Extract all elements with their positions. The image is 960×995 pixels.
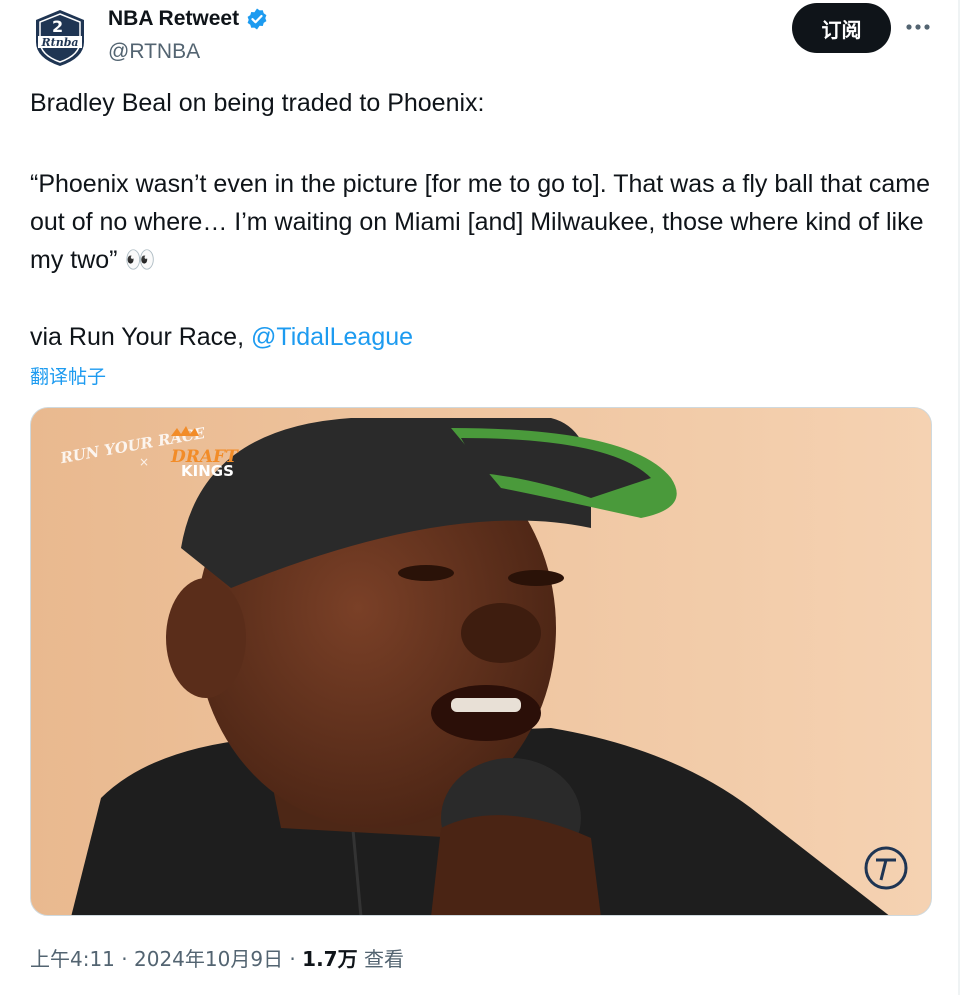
tweet-via-line: via Run Your Race, @TidalLeague	[30, 318, 413, 356]
tweet-date[interactable]: 2024年10月9日	[134, 947, 283, 971]
rtnba-logo-icon: 2 Rtnba	[36, 10, 84, 66]
more-options-button[interactable]	[900, 12, 936, 42]
views-label: 查看	[357, 947, 404, 971]
svg-text:×: ×	[139, 455, 149, 469]
svg-text:2: 2	[52, 17, 63, 36]
author-display-name[interactable]: NBA Retweet	[108, 6, 269, 32]
author-handle[interactable]: @RTNBA	[108, 40, 200, 64]
video-frame-image: RUN YOUR RACE × DRAFT KINGS	[31, 408, 931, 915]
svg-text:KINGS: KINGS	[181, 462, 234, 480]
views-count: 1.7万	[302, 947, 358, 971]
meta-separator: ·	[283, 947, 303, 971]
verified-badge-icon	[247, 8, 267, 30]
subscribe-button[interactable]: 订阅	[792, 3, 891, 53]
author-avatar[interactable]: 2 Rtnba	[28, 6, 92, 70]
tweet-text-line1: Bradley Beal on being traded to Phoenix:	[30, 89, 485, 117]
tweet-quote: “Phoenix wasn’t even in the picture [for…	[30, 170, 930, 274]
translate-post-link[interactable]: 翻译帖子	[30, 362, 106, 389]
display-name-text[interactable]: NBA Retweet	[108, 6, 239, 32]
more-dots-icon	[906, 24, 930, 30]
meta-separator: ·	[114, 947, 134, 971]
tweet-meta: 上午4:11 · 2024年10月9日 · 1.7万 查看	[30, 945, 404, 973]
tweet-video[interactable]: RUN YOUR RACE × DRAFT KINGS	[30, 407, 932, 916]
svg-text:Rtnba: Rtnba	[40, 36, 78, 49]
mention-link[interactable]: @TidalLeague	[251, 323, 413, 351]
tweet-time[interactable]: 上午4:11	[30, 947, 115, 971]
via-prefix: via Run Your Race,	[30, 323, 251, 351]
